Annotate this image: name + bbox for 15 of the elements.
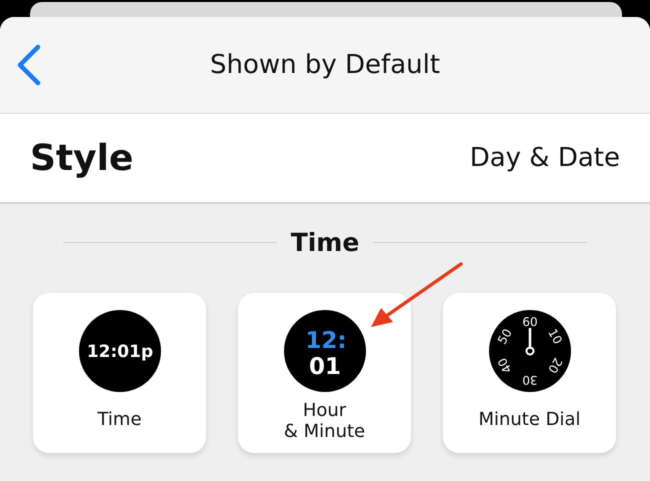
option-card[interactable]: 12:01p Time [33,293,206,453]
option-card[interactable]: 60 10 20 30 40 50 Minute Dial [443,293,616,453]
section-title: Time [290,228,360,257]
option-card[interactable]: 12: 01 Hour & Minute [238,293,411,453]
back-icon[interactable] [16,44,42,86]
watch-face-icon: 60 10 20 30 40 50 [488,310,570,392]
style-label: Style [30,138,134,178]
watch-face-icon: 12:01p [78,310,160,392]
watch-face-icon: 12: 01 [284,310,366,392]
style-value: Day & Date [470,143,620,173]
option-label: Minute Dial [478,410,581,431]
page-title: Shown by Default [210,50,440,80]
style-row[interactable]: Style Day & Date [0,114,650,204]
option-label: Time [97,410,142,431]
option-label: Hour & Minute [284,401,366,442]
